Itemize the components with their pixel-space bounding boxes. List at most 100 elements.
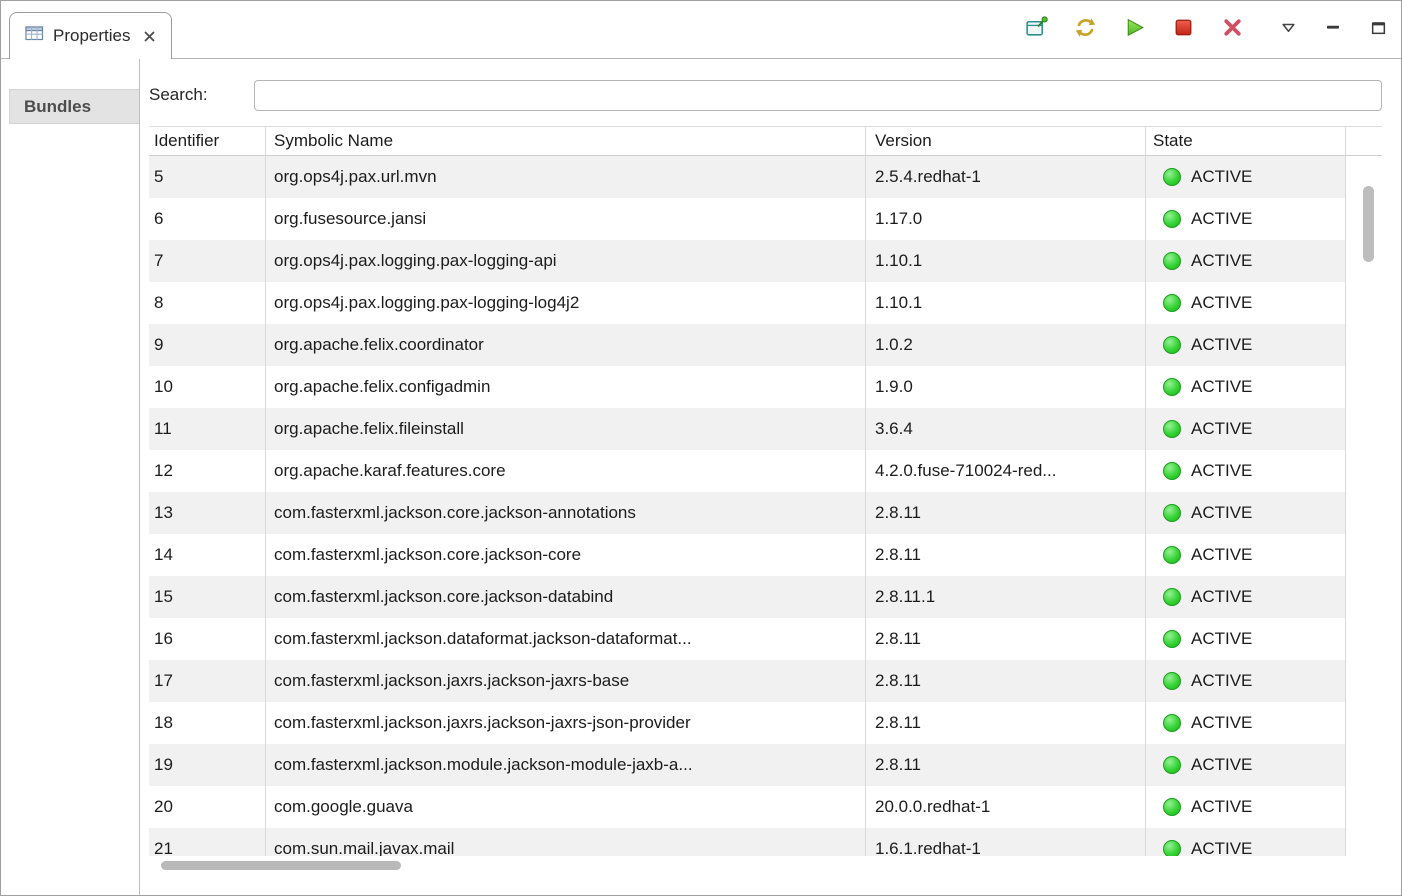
- state-label: ACTIVE: [1191, 702, 1252, 744]
- cell-state: ACTIVE: [1146, 744, 1346, 786]
- state-active-icon: [1163, 798, 1181, 816]
- table-row[interactable]: 19com.fasterxml.jackson.module.jackson-m…: [149, 744, 1382, 786]
- state-active-icon: [1163, 462, 1181, 480]
- maximize-icon[interactable]: [1369, 18, 1387, 36]
- cell-version: 1.9.0: [866, 366, 1146, 408]
- cell-symbolic-name: org.ops4j.pax.logging.pax-logging-api: [266, 240, 866, 282]
- sidebar: Bundles: [1, 59, 140, 895]
- table-row[interactable]: 14com.fasterxml.jackson.core.jackson-cor…: [149, 534, 1382, 576]
- table-row[interactable]: 20com.google.guava20.0.0.redhat-1ACTIVE: [149, 786, 1382, 828]
- start-icon[interactable]: [1121, 14, 1147, 40]
- cell-symbolic-name: com.fasterxml.jackson.core.jackson-annot…: [266, 492, 866, 534]
- cell-state: ACTIVE: [1146, 198, 1346, 240]
- view-content: Bundles Search: Identifier Symbolic Name…: [1, 59, 1401, 895]
- state-active-icon: [1163, 588, 1181, 606]
- search-label: Search:: [149, 85, 254, 105]
- table-row[interactable]: 15com.fasterxml.jackson.core.jackson-dat…: [149, 576, 1382, 618]
- cell-version: 4.2.0.fuse-710024-red...: [866, 450, 1146, 492]
- bundles-panel: Search: Identifier Symbolic Name Version…: [140, 59, 1401, 895]
- cell-symbolic-name: org.apache.karaf.features.core: [266, 450, 866, 492]
- column-header-symbolic-name[interactable]: Symbolic Name: [266, 127, 866, 155]
- state-active-icon: [1163, 252, 1181, 270]
- cell-filler: [1346, 450, 1382, 492]
- table-row[interactable]: 12org.apache.karaf.features.core4.2.0.fu…: [149, 450, 1382, 492]
- cell-symbolic-name: org.apache.felix.fileinstall: [266, 408, 866, 450]
- state-active-icon: [1163, 336, 1181, 354]
- horizontal-scrollbar[interactable]: [149, 856, 1382, 876]
- table-row[interactable]: 7org.ops4j.pax.logging.pax-logging-api1.…: [149, 240, 1382, 282]
- cell-symbolic-name: com.fasterxml.jackson.core.jackson-core: [266, 534, 866, 576]
- table-row[interactable]: 21com.sun.mail.javax.mail1.6.1.redhat-1A…: [149, 828, 1382, 856]
- cell-identifier: 14: [149, 534, 266, 576]
- column-header-filler: [1346, 127, 1382, 155]
- state-label: ACTIVE: [1191, 450, 1252, 492]
- column-header-version[interactable]: Version: [866, 127, 1146, 155]
- cell-state: ACTIVE: [1146, 282, 1346, 324]
- cell-identifier: 8: [149, 282, 266, 324]
- cell-symbolic-name: com.fasterxml.jackson.dataformat.jackson…: [266, 618, 866, 660]
- state-active-icon: [1163, 504, 1181, 522]
- cell-identifier: 19: [149, 744, 266, 786]
- column-header-state[interactable]: State: [1146, 127, 1346, 155]
- minimize-icon[interactable]: [1324, 18, 1342, 36]
- table-row[interactable]: 6org.fusesource.jansi1.17.0ACTIVE: [149, 198, 1382, 240]
- cell-filler: [1346, 492, 1382, 534]
- state-label: ACTIVE: [1191, 282, 1252, 324]
- tab-close-icon[interactable]: [143, 30, 156, 43]
- state-label: ACTIVE: [1191, 576, 1252, 618]
- bundles-table: Identifier Symbolic Name Version State 5…: [149, 126, 1382, 856]
- stop-icon[interactable]: [1170, 14, 1196, 40]
- table-row[interactable]: 10org.apache.felix.configadmin1.9.0ACTIV…: [149, 366, 1382, 408]
- cell-identifier: 21: [149, 828, 266, 856]
- open-new-icon[interactable]: [1023, 14, 1049, 40]
- state-label: ACTIVE: [1191, 366, 1252, 408]
- table-row[interactable]: 17com.fasterxml.jackson.jaxrs.jackson-ja…: [149, 660, 1382, 702]
- cell-version: 1.10.1: [866, 282, 1146, 324]
- horizontal-scrollbar-thumb[interactable]: [161, 861, 401, 870]
- action-buttons: [1023, 14, 1245, 40]
- cell-state: ACTIVE: [1146, 786, 1346, 828]
- cell-symbolic-name: org.apache.felix.coordinator: [266, 324, 866, 366]
- search-input[interactable]: [254, 80, 1382, 111]
- cell-version: 2.8.11: [866, 702, 1146, 744]
- cell-identifier: 15: [149, 576, 266, 618]
- tab-properties[interactable]: Properties: [9, 12, 172, 59]
- table-row[interactable]: 8org.ops4j.pax.logging.pax-logging-log4j…: [149, 282, 1382, 324]
- view-menu-icon[interactable]: [1279, 18, 1297, 36]
- cell-identifier: 6: [149, 198, 266, 240]
- cell-identifier: 16: [149, 618, 266, 660]
- cell-filler: [1346, 618, 1382, 660]
- column-header-identifier[interactable]: Identifier: [149, 127, 266, 155]
- state-label: ACTIVE: [1191, 744, 1252, 786]
- state-label: ACTIVE: [1191, 618, 1252, 660]
- cell-symbolic-name: com.sun.mail.javax.mail: [266, 828, 866, 856]
- table-row[interactable]: 5org.ops4j.pax.url.mvn2.5.4.redhat-1ACTI…: [149, 156, 1382, 198]
- state-active-icon: [1163, 294, 1181, 312]
- cell-version: 2.8.11: [866, 744, 1146, 786]
- cell-filler: [1346, 576, 1382, 618]
- cell-identifier: 5: [149, 156, 266, 198]
- cell-identifier: 20: [149, 786, 266, 828]
- table-row[interactable]: 9org.apache.felix.coordinator1.0.2ACTIVE: [149, 324, 1382, 366]
- state-label: ACTIVE: [1191, 660, 1252, 702]
- state-active-icon: [1163, 546, 1181, 564]
- delete-icon[interactable]: [1219, 14, 1245, 40]
- cell-version: 2.8.11.1: [866, 576, 1146, 618]
- cell-identifier: 9: [149, 324, 266, 366]
- cell-state: ACTIVE: [1146, 156, 1346, 198]
- refresh-icon[interactable]: [1072, 14, 1098, 40]
- cell-identifier: 11: [149, 408, 266, 450]
- table-row[interactable]: 11org.apache.felix.fileinstall3.6.4ACTIV…: [149, 408, 1382, 450]
- cell-identifier: 12: [149, 450, 266, 492]
- cell-filler: [1346, 534, 1382, 576]
- cell-filler: [1346, 366, 1382, 408]
- cell-symbolic-name: com.fasterxml.jackson.core.jackson-datab…: [266, 576, 866, 618]
- table-row[interactable]: 13com.fasterxml.jackson.core.jackson-ann…: [149, 492, 1382, 534]
- table-row[interactable]: 18com.fasterxml.jackson.jaxrs.jackson-ja…: [149, 702, 1382, 744]
- sidebar-item-bundles[interactable]: Bundles: [9, 89, 139, 124]
- vertical-scrollbar-thumb[interactable]: [1363, 186, 1374, 262]
- cell-identifier: 17: [149, 660, 266, 702]
- table-row[interactable]: 16com.fasterxml.jackson.dataformat.jacks…: [149, 618, 1382, 660]
- state-label: ACTIVE: [1191, 786, 1252, 828]
- cell-state: ACTIVE: [1146, 576, 1346, 618]
